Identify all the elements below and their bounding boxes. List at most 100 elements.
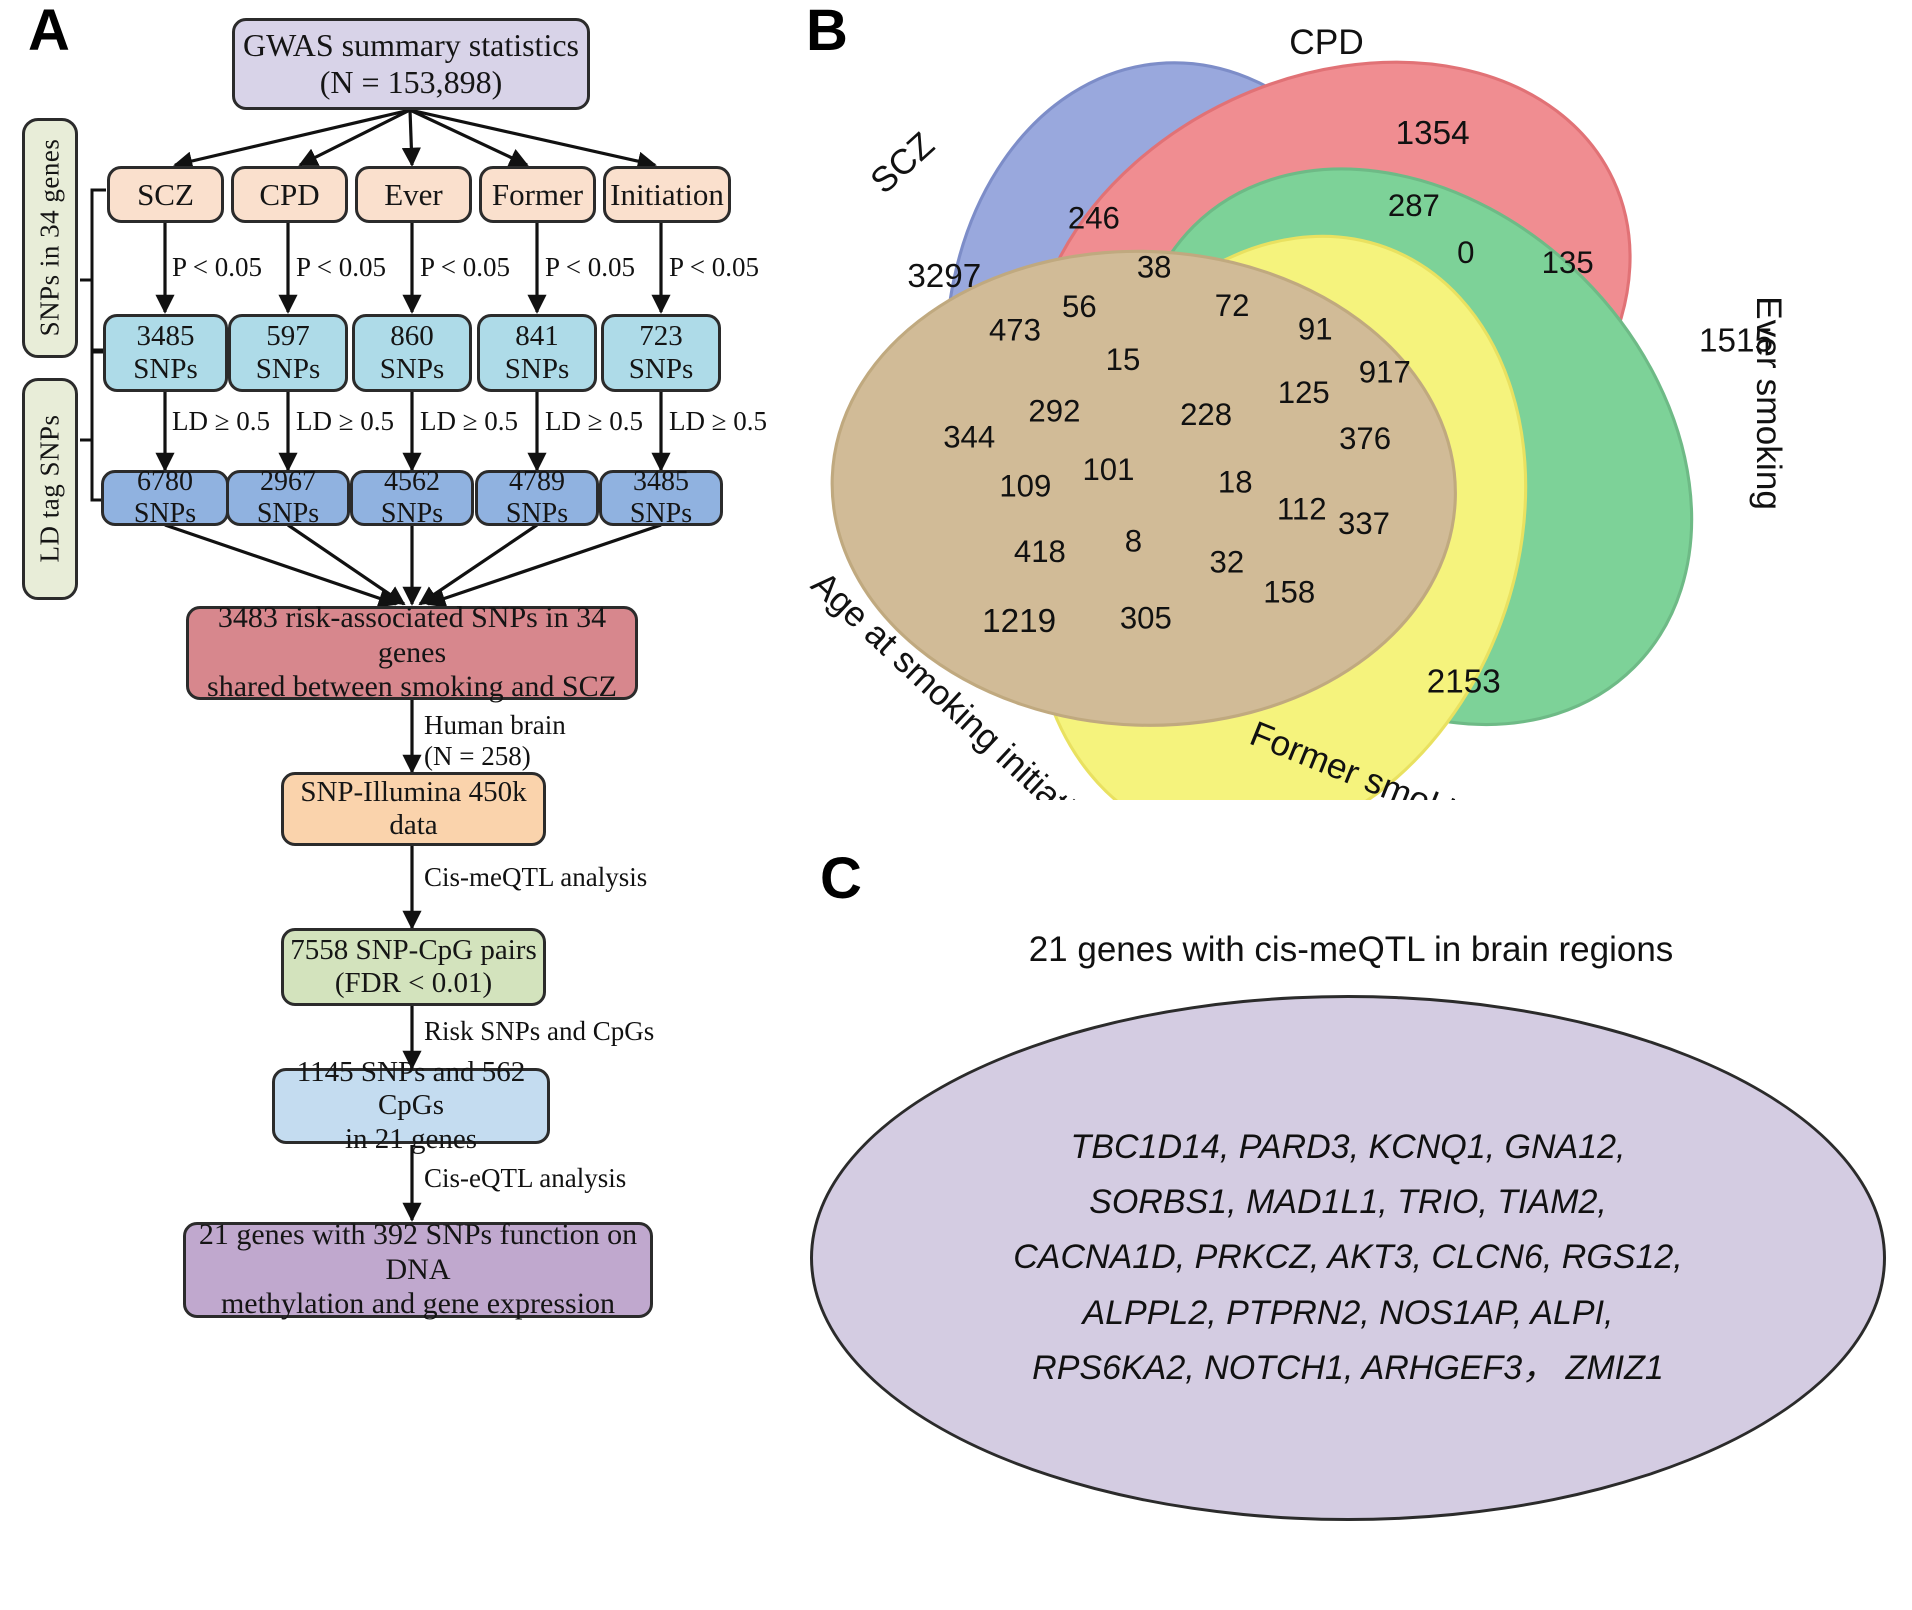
node-snp-illumina: SNP-Illumina 450k data <box>281 772 546 846</box>
venn-count-2153: 2153 <box>1427 663 1501 700</box>
venn-count-246: 246 <box>1068 200 1120 235</box>
edge-label-p-2: P < 0.05 <box>296 252 386 282</box>
venn-set-label-cpd: CPD <box>1289 23 1364 62</box>
venn-count-158: 158 <box>1263 575 1315 610</box>
gene-line: TBC1D14, PARD3, KCNQ1, GNA12, <box>1070 1128 1626 1167</box>
node-ldsnps-former: 4789 SNPs <box>475 466 599 529</box>
venn-count-1354: 1354 <box>1396 115 1470 152</box>
node-line-2: methylation and gene expression <box>220 1287 616 1321</box>
node-ldsnps-initiation: 3485 SNPs <box>599 466 723 529</box>
venn-count-1219: 1219 <box>982 603 1056 640</box>
venn-count-3297: 3297 <box>907 258 981 295</box>
side-label-text: SNPs in 34 genes <box>34 139 65 337</box>
venn-count-125: 125 <box>1278 375 1330 410</box>
side-label-text: LD tag SNPs <box>34 414 65 563</box>
edge-label-cis-eqtl: Cis-eQTL analysis <box>424 1163 627 1193</box>
node-risk-associated-snps: 3483 risk-associated SNPs in 34 genes sh… <box>186 601 638 703</box>
venn-count-18: 18 <box>1218 464 1253 499</box>
edge-line-2: (N = 258) <box>424 741 531 772</box>
venn-count-72: 72 <box>1215 288 1250 323</box>
node-trait-cpd: CPD <box>231 166 348 223</box>
panel-c-letter: C <box>820 846 862 911</box>
node-line-1: SNP-Illumina 450k <box>300 775 527 808</box>
venn-count-109: 109 <box>999 469 1051 504</box>
venn-count-56: 56 <box>1062 289 1097 324</box>
node-snps-former: 841 SNPs <box>477 314 597 392</box>
panel-a-flowchart: A SNPs in 34 genes LD tag SNPs GWAS summ… <box>0 0 800 1610</box>
node-ldsnps-scz: 6780 SNPs <box>101 466 229 529</box>
node-ldsnps-cpd: 2967 SNPs <box>226 466 350 529</box>
side-label-snps-in-34-genes: SNPs in 34 genes <box>22 118 78 358</box>
node-snps-ever: 860 SNPs <box>352 314 472 392</box>
venn-count-344: 344 <box>943 420 995 455</box>
venn-set-label-scz: SCZ <box>863 125 942 201</box>
gene-line: ALPPL2, PTPRN2, NOS1AP, ALPI, <box>1082 1293 1614 1332</box>
edge-label-risk-snps-cpgs: Risk SNPs and CpGs <box>424 1016 655 1046</box>
node-line-1: 3483 risk-associated SNPs in 34 genes <box>217 601 607 669</box>
side-label-ld-tag-snps: LD tag SNPs <box>22 378 78 600</box>
node-ldsnps-ever: 4562 SNPs <box>350 466 474 529</box>
venn-count-38: 38 <box>1137 249 1172 284</box>
node-trait-initiation: Initiation <box>603 166 731 223</box>
node-line-2: in 21 genes <box>344 1122 478 1155</box>
node-line-2: (FDR < 0.01) <box>334 967 493 999</box>
edge-label-human-brain: Human brain (N = 258) <box>424 710 566 772</box>
node-snps-scz: 3485 SNPs <box>103 314 228 392</box>
panel-c-gene-list: C 21 genes with cis-meQTL in brain regio… <box>790 840 1912 1610</box>
venn-count-8: 8 <box>1125 524 1142 559</box>
edge-label-ld-3: LD ≥ 0.5 <box>420 406 519 436</box>
venn-count-418: 418 <box>1014 534 1066 569</box>
node-line-1: 7558 SNP-CpG pairs <box>290 933 537 966</box>
node-final-21-genes: 21 genes with 392 SNPs function on DNA m… <box>183 1218 653 1320</box>
node-line-2: shared between smoking and SCZ <box>207 670 617 704</box>
venn-diagram: 32971354151521531219246 28713503847356157… <box>804 23 1788 800</box>
venn-count-112: 112 <box>1277 491 1327 526</box>
venn-count-337: 337 <box>1338 506 1390 541</box>
node-snp-cpg-pairs: 7558 SNP-CpG pairs (FDR < 0.01) <box>281 928 546 1006</box>
gene-line: RPS6KA2, NOTCH1, ARHGEF3， ZMIZ1 <box>1032 1348 1664 1387</box>
node-gwas-summary: GWAS summary statistics (N = 153,898) <box>232 18 590 110</box>
node-trait-ever: Ever <box>355 166 472 223</box>
venn-set-label-ever-smoking: Ever smoking <box>1749 296 1788 510</box>
edge-label-ld-5: LD ≥ 0.5 <box>669 406 768 436</box>
panel-b-venn: B 3297 1354 1515 2153 1219 246 287 135 0 38 473 56 1… <box>790 0 1912 840</box>
venn-count-473: 473 <box>989 313 1041 348</box>
venn-count-91: 91 <box>1298 312 1333 347</box>
node-line-2: (N = 153,898) <box>319 64 503 100</box>
node-line-1: GWAS summary statistics <box>243 27 579 64</box>
edge-label-p-4: P < 0.05 <box>545 252 635 282</box>
panel-c-title: 21 genes with cis-meQTL in brain regions <box>1028 930 1674 969</box>
node-trait-scz: SCZ <box>107 166 224 223</box>
venn-count-305: 305 <box>1120 600 1172 635</box>
node-line-2: data <box>389 809 438 841</box>
panel-a-letter: A <box>28 0 70 63</box>
edge-label-p-3: P < 0.05 <box>420 252 510 282</box>
venn-count-32: 32 <box>1210 544 1245 579</box>
edge-label-ld-4: LD ≥ 0.5 <box>545 406 644 436</box>
venn-count-15: 15 <box>1106 342 1141 377</box>
venn-count-135: 135 <box>1542 245 1594 280</box>
node-trait-former: Former <box>479 166 596 223</box>
node-snps-cpd: 597 SNPs <box>228 314 348 392</box>
node-snps-cpgs-21-genes: 1145 SNPs and 562 CpGs in 21 genes <box>272 1056 550 1155</box>
edge-label-ld-2: LD ≥ 0.5 <box>296 406 395 436</box>
venn-count-101: 101 <box>1082 452 1134 487</box>
edge-label-p-1: P < 0.05 <box>172 252 262 282</box>
venn-count-0: 0 <box>1457 235 1474 270</box>
node-line-1: 1145 SNPs and 562 CpGs <box>296 1055 526 1122</box>
venn-count-287: 287 <box>1388 188 1440 223</box>
venn-count-228: 228 <box>1180 397 1232 432</box>
node-line-1: 21 genes with 392 SNPs function on DNA <box>198 1218 638 1286</box>
gene-list: TBC1D14, PARD3, KCNQ1, GNA12, SORBS1, MAD… <box>1013 1120 1682 1395</box>
edge-line-1: Human brain <box>424 710 566 740</box>
edge-label-p-5: P < 0.05 <box>669 252 759 282</box>
gene-list-ellipse: TBC1D14, PARD3, KCNQ1, GNA12, SORBS1, MAD… <box>810 995 1886 1521</box>
node-snps-initiation: 723 SNPs <box>601 314 721 392</box>
gene-line: SORBS1, MAD1L1, TRIO, TIAM2, <box>1089 1183 1607 1222</box>
gene-line: CACNA1D, PRKCZ, AKT3, CLCN6, RGS12, <box>1013 1238 1683 1277</box>
venn-count-292: 292 <box>1028 394 1080 429</box>
edge-label-ld-1: LD ≥ 0.5 <box>172 406 271 436</box>
venn-count-376: 376 <box>1339 421 1391 456</box>
venn-count-917: 917 <box>1359 354 1411 389</box>
edge-label-cis-meqtl: Cis-meQTL analysis <box>424 862 648 892</box>
